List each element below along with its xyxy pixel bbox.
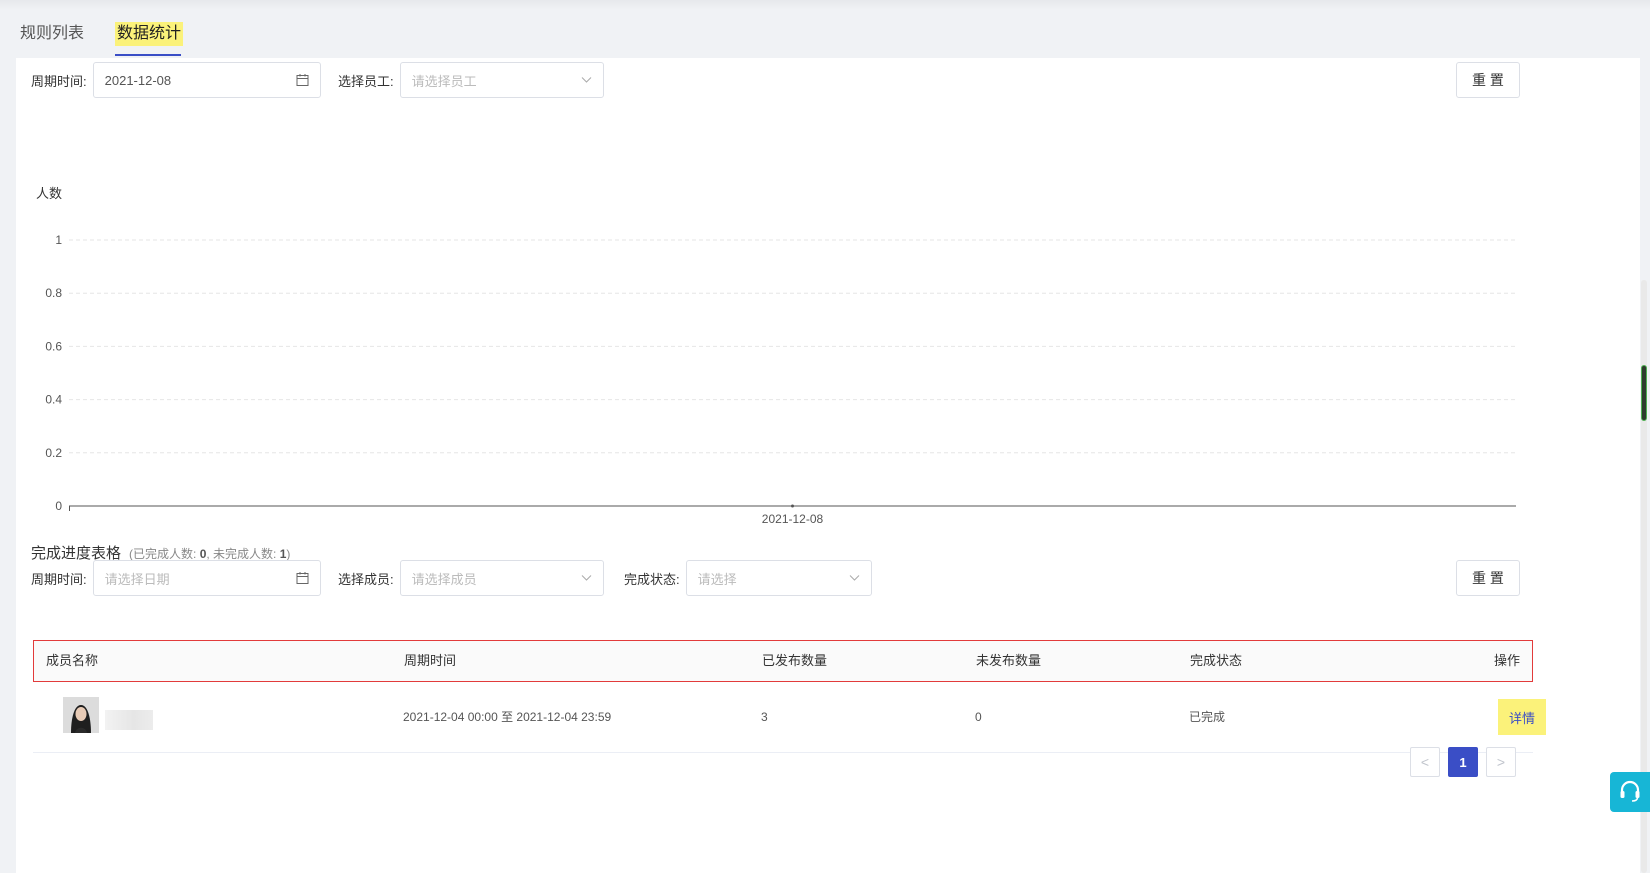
status-label: 完成状态: — [624, 571, 680, 587]
y-tick-label: 0 — [55, 499, 62, 513]
page-1-button[interactable]: 1 — [1448, 747, 1478, 777]
employee-select[interactable]: 请选择员工 — [399, 62, 604, 98]
period-label: 周期时间: — [31, 571, 87, 587]
prev-page-button[interactable]: < — [1410, 747, 1440, 777]
avatar — [63, 697, 99, 733]
active-tab-indicator — [115, 54, 181, 56]
period-date-value: 2021-12-08 — [104, 72, 172, 88]
y-tick-label: 0.4 — [45, 393, 62, 407]
calendar-icon — [296, 572, 309, 585]
reset-button-bottom[interactable]: 重 置 — [1456, 560, 1520, 596]
cell-period: 2021-12-04 00:00 至 2021-12-04 23:59 — [403, 710, 612, 724]
y-tick-label: 0.8 — [45, 286, 62, 300]
col-action: 操作 — [1493, 653, 1520, 668]
y-tick-label: 0.2 — [45, 446, 62, 460]
statistics-line-chart: 人数 0 0.2 0.4 0.6 0.8 1 2021-12-08 — [36, 186, 1516, 526]
y-tick-label: 0.6 — [45, 339, 62, 353]
col-status: 完成状态 — [1190, 653, 1243, 668]
period-filter-bottom: 周期时间: 请选择日期 — [31, 560, 321, 596]
member-name-blurred — [105, 710, 153, 730]
cell-unpublished: 0 — [975, 710, 982, 724]
status-select[interactable]: 请选择 — [685, 560, 872, 596]
reset-button-top[interactable]: 重 置 — [1456, 62, 1520, 98]
member-select[interactable]: 请选择成员 — [399, 560, 604, 596]
summary-mid: , 未完成人数: — [206, 547, 280, 561]
period-date-picker[interactable]: 请选择日期 — [92, 560, 321, 596]
col-period: 周期时间 — [404, 653, 457, 668]
chevron-down-icon — [849, 575, 860, 582]
period-label: 周期时间: — [31, 73, 87, 89]
employee-label: 选择员工: — [338, 73, 394, 89]
summary-prefix: (已完成人数: — [129, 547, 200, 561]
customer-service-button[interactable] — [1610, 772, 1650, 812]
headset-icon — [1618, 779, 1642, 806]
y-tick-label: 1 — [55, 233, 62, 247]
member-placeholder: 请选择成员 — [411, 571, 477, 587]
cell-status: 已完成 — [1189, 710, 1226, 724]
member-label: 选择成员: — [338, 571, 394, 587]
col-published: 已发布数量 — [762, 653, 828, 668]
cell-published: 3 — [761, 710, 768, 724]
col-member-name: 成员名称 — [46, 653, 99, 668]
calendar-icon — [296, 74, 309, 87]
period-placeholder: 请选择日期 — [104, 571, 170, 587]
top-shadow-bar — [0, 0, 1650, 10]
summary-suffix: ) — [286, 547, 291, 561]
tab-data-statistics[interactable]: 数据统计 — [115, 22, 184, 46]
chart-area: 人数 0 0.2 0.4 0.6 0.8 1 2021-12-08 — [16, 118, 1640, 558]
employee-placeholder: 请选择员工 — [411, 73, 477, 89]
member-filter: 选择成员: 请选择成员 — [338, 560, 604, 596]
chevron-down-icon — [581, 575, 592, 582]
next-page-button[interactable]: > — [1486, 747, 1516, 777]
table-header: 成员名称 周期时间 已发布数量 未发布数量 完成状态 操作 — [33, 640, 1533, 682]
x-tick-label: 2021-12-08 — [762, 512, 824, 526]
y-axis-label: 人数 — [36, 186, 62, 201]
chevron-down-icon — [581, 77, 592, 84]
data-point — [791, 504, 794, 508]
scrollbar-thumb[interactable] — [1641, 365, 1647, 421]
tab-rule-list[interactable]: 规则列表 — [20, 22, 84, 46]
employee-filter: 选择员工: 请选择员工 — [338, 62, 604, 98]
col-unpublished: 未发布数量 — [976, 653, 1042, 668]
statistics-card: 周期时间: 2021-12-08 选择员工: 请选择员工 重 置 人数 0 0.2 0… — [16, 58, 1640, 873]
period-date-input[interactable]: 2021-12-08 — [92, 62, 321, 98]
status-placeholder: 请选择 — [697, 571, 737, 587]
status-filter: 完成状态: 请选择 — [624, 560, 872, 596]
table-row: 2021-12-04 00:00 至 2021-12-04 23:59 3 0 … — [33, 682, 1546, 753]
detail-button[interactable]: 详情 — [1498, 699, 1546, 735]
period-filter-top: 周期时间: 2021-12-08 — [31, 62, 321, 98]
